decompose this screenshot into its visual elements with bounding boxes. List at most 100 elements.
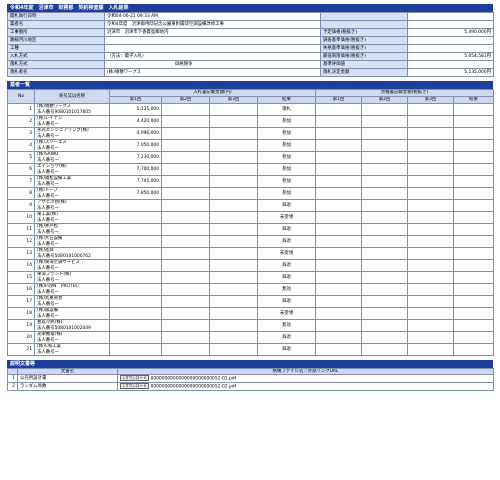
estimate-cell-1 [315,127,362,140]
bidder-row: 4 (株)スリーエス 法人番号ー 7,050,000 参加 [7,139,495,152]
info-value-2: - [407,36,494,45]
estimate-cell-4 [452,307,495,320]
estimate-cell-3 [407,283,454,296]
bidder-row: 3 永光エンジニアリング(株) 法人番号ー 4,996,000 参加 [7,127,495,140]
bid-result: 参加 [257,175,316,188]
info-value-2: 5,054,581円 [407,52,494,61]
bidder-no: 9 [7,199,35,212]
estimate-cell-3 [407,223,454,236]
bidder-row: 15 東海プラント(株) 法人番号ー 辞退 [7,271,495,284]
bidder-no: 21 [7,343,35,356]
bid-round1 [109,211,162,224]
download-button[interactable]: ⇩ダウンロード [120,375,149,382]
estimate-cell-2 [361,211,408,224]
doc-file-link[interactable]: 0000000000000000000000052-01.pdf [151,377,237,382]
estimate-cell-1 [315,283,362,296]
bidder-name-cell: (株)FUJIN PROTEC 法人番号ー [34,283,110,296]
download-label: ダウンロード [125,384,147,389]
estimate-cell-1 [315,115,362,128]
estimate-cell-4 [452,139,495,152]
bidder-no: 14 [7,259,35,272]
estimate-cell-4 [452,175,495,188]
info-label-2: 最低制限価格(税抜き) [320,52,408,61]
bidder-name-cell: (株)東海空調サービス 法人番号ー [34,259,110,272]
bidder-no: 17 [7,295,35,308]
bidder-corp-number: 法人番号ー [37,181,59,187]
estimate-cell-4 [452,163,495,176]
bid-round1: 4,996,000 [109,127,162,140]
bid-result: 辞退 [257,343,316,356]
bid-round3 [209,319,258,332]
estimate-cell-1 [315,307,362,320]
info-value [104,36,321,45]
estimate-cell-2 [361,259,408,272]
estimate-cell-3 [407,199,454,212]
info-value: (株)増穂ワークス [104,68,321,77]
estimate-cell-3 [407,307,454,320]
bid-round3 [209,211,258,224]
doc-name: 公売用設計書 [17,374,118,384]
info-label: 開札執行日時 [7,12,105,21]
bidder-no: 8 [7,187,35,200]
bidder-name-cell: (株)C和工業 法人番号ー [34,343,110,356]
estimate-cell-3 [407,187,454,200]
bid-round1 [109,283,162,296]
estimate-cell-3 [407,235,454,248]
bidder-corp-number: 法人番号ー [37,157,59,163]
estimate-cell-2 [361,151,408,164]
info-table: 開札執行日時 令和04-06-21 09:33 AM 業者名 令和4年度 沼津御用邸記… [7,12,494,77]
estimate-cell-1 [315,139,362,152]
estimate-cell-2 [361,319,408,332]
bidder-name-cell: (株)森設備 法人番号ー [34,307,110,320]
estimate-cell-4 [452,331,495,344]
doc-row: 1 公売用設計書 ⇩ダウンロード 0000000000000000000000052-… [7,374,494,384]
estimate-cell-2 [361,199,408,212]
info-value: 令和4年度 沼津御用邸記念公園東附属邸空調設備改修工事 [104,20,321,29]
doc-file-cell: ⇩ダウンロード 0000000000000000000000052-02.pdf [117,382,494,392]
info-label: 路線河川地区 [7,36,105,45]
info-label-2 [320,12,408,21]
doc-file-link[interactable]: 0000000000000000000000052-02.pdf [151,385,237,390]
bid-round1: 7,745,000 [109,175,162,188]
estimate-cell-2 [361,307,408,320]
bidder-corp-number: 法人番号ー [37,145,59,151]
col-est-round1: 第1回 [315,96,362,104]
bid-round3 [209,271,258,284]
bidder-corp-number: 法人番号ー [37,241,59,247]
bidder-no: 20 [7,331,35,344]
estimate-cell-3 [407,247,454,260]
estimate-cell-3 [407,163,454,176]
bidder-no: 7 [7,175,35,188]
info-value: 価格競争 [104,60,321,69]
bid-result: 未受領 [257,247,316,260]
estimate-cell-3 [407,115,454,128]
bid-round3 [209,307,258,320]
info-label-2 [320,20,408,29]
bid-round1 [109,259,162,272]
info-value-2: 5,135,000円 [407,68,494,77]
doc-row: 2 ランダム係数 ⇩ダウンロード 0000000000000000000000052-… [7,382,494,392]
info-label: 業者名 [7,20,105,29]
col-est-round3: 第3回 [407,96,454,104]
bid-round2 [161,307,210,320]
bid-round3 [209,163,258,176]
bidder-name-cell: 光栄機電(株) 法人番号ー [34,331,110,344]
download-button[interactable]: ⇩ダウンロード [120,383,149,390]
bidder-row: 13 (株)進興 法人番号5080101000762 未受領 [7,247,495,260]
estimate-cell-1 [315,199,362,212]
col-group-estimate: 見積書記載金額(税抜き) [314,89,495,97]
bid-round2 [161,115,210,128]
bidder-corp-number: 法人番号ー [37,205,59,211]
bid-round3 [209,235,258,248]
estimate-cell-2 [361,223,408,236]
bidder-name-cell: 豊友冷熱(株) 法人番号5080101002049 [34,319,110,332]
bid-result: 辞退 [257,331,316,344]
col-est-round2: 第2回 [361,96,408,104]
estimate-cell-4 [452,247,495,260]
bidder-row: 14 (株)東海空調サービス 法人番号ー 辞退 [7,259,495,272]
bidder-name-cell: エイショウ(株) 法人番号ー [34,163,110,176]
bid-result: 辞退 [257,223,316,236]
estimate-cell-2 [361,331,408,344]
bidder-corp-number: 法人番号ー [37,229,59,235]
estimate-cell-3 [407,343,454,356]
